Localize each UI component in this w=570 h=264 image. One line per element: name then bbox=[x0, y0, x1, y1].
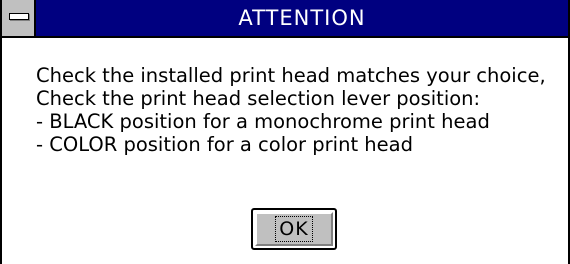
system-menu-button[interactable] bbox=[2, 0, 36, 36]
dialog-title: ATTENTION bbox=[238, 6, 366, 30]
ok-button-face[interactable]: OK bbox=[255, 212, 333, 246]
message-line: - BLACK position for a monochrome print … bbox=[36, 110, 490, 133]
system-menu-icon bbox=[9, 13, 29, 20]
message-line: - COLOR position for a color print head bbox=[36, 133, 413, 156]
ok-button-label: OK bbox=[275, 216, 313, 242]
title-bar[interactable]: ATTENTION bbox=[2, 0, 568, 38]
ok-button[interactable]: OK bbox=[251, 208, 337, 250]
attention-dialog: ATTENTION Check the installed print head… bbox=[0, 0, 570, 264]
message-text: Check the installed print head matches y… bbox=[36, 64, 566, 156]
message-line: Check the installed print head matches y… bbox=[36, 64, 546, 87]
message-line: Check the print head selection lever pos… bbox=[36, 87, 481, 110]
